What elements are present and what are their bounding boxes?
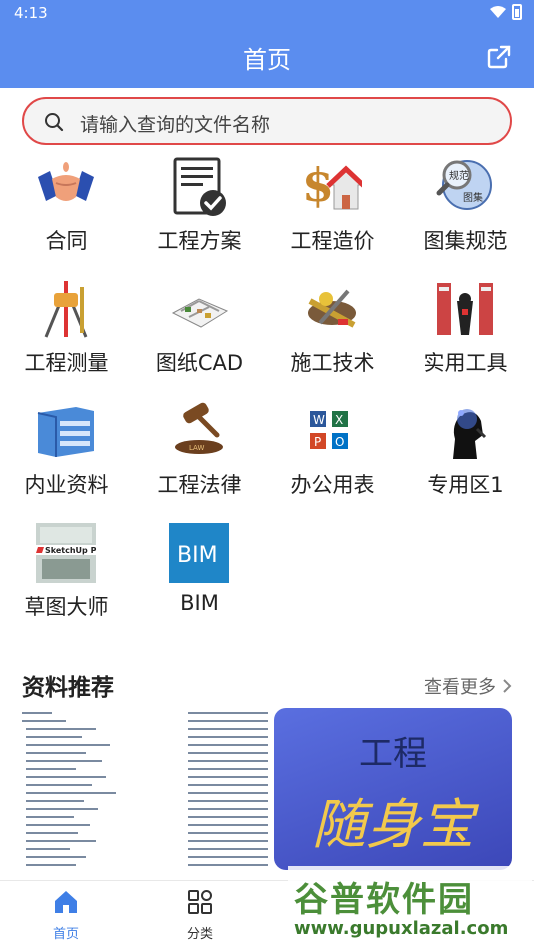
category-label: 草图大师 xyxy=(24,595,109,619)
nav-home-label: 首页 xyxy=(52,927,79,942)
survey-tripod-icon xyxy=(44,281,88,338)
search-placeholder: 请输入查询的文件名称 xyxy=(80,114,271,136)
gavel-icon: LAW xyxy=(175,402,223,454)
category-engineering-plan[interactable]: 工程方案 xyxy=(133,155,266,275)
category-practical-tools[interactable]: 实用工具 xyxy=(399,277,532,397)
status-bar: 4:13 xyxy=(0,0,534,28)
app-screen: 4:13 首页 请输入查询的文件名称 合同 工程方案 $ 工程造价 规范 图集 … xyxy=(0,0,534,950)
construction-tools-icon xyxy=(308,289,356,328)
nav-home[interactable]: 首页 xyxy=(26,889,106,942)
category-engineering-cost[interactable]: $ 工程造价 xyxy=(266,155,399,275)
svg-text:规范: 规范 xyxy=(449,169,469,182)
watermark-overlay: 谷普软件园 www.gupuxlazal.com xyxy=(288,866,532,948)
view-more-link[interactable]: 查看更多 xyxy=(424,673,512,699)
category-cad-drawings[interactable]: 图纸CAD xyxy=(133,277,266,397)
battery-icon xyxy=(512,4,522,20)
page-title: 首页 xyxy=(243,46,291,74)
home-icon xyxy=(55,891,77,913)
watermark-url: www.gupuxlazal.com xyxy=(294,918,509,939)
promo-main-text: 随身宝 xyxy=(312,793,474,856)
category-construction-tech[interactable]: 施工技术 xyxy=(266,277,399,397)
chevron-right-icon xyxy=(503,679,512,693)
svg-text:LAW: LAW xyxy=(189,444,204,452)
category-label: 施工技术 xyxy=(290,351,375,375)
svg-text:SketchUp Pro: SketchUp Pro xyxy=(45,546,96,555)
document-check-icon xyxy=(173,157,226,216)
category-label: BIM xyxy=(180,591,219,615)
handshake-icon xyxy=(38,162,94,201)
category-label: 专用区1 xyxy=(427,473,504,497)
category-engineering-law[interactable]: LAW 工程法律 xyxy=(133,399,266,519)
svg-text:图集: 图集 xyxy=(463,191,483,204)
atlas-magnifier-icon: 规范 图集 xyxy=(436,160,492,210)
category-label: 办公用表 xyxy=(290,473,375,497)
binders-icon xyxy=(37,407,94,457)
category-atlas-standards[interactable]: 规范 图集 图集规范 xyxy=(399,155,532,275)
category-special-zone-1[interactable]: 专用区1 xyxy=(399,399,532,519)
share-icon[interactable] xyxy=(486,44,512,70)
category-label: 内业资料 xyxy=(24,473,109,497)
search-input[interactable]: 请输入查询的文件名称 xyxy=(22,97,512,145)
category-sketch-master[interactable]: SketchUp Pro 草图大师 xyxy=(0,521,133,641)
category-office-forms[interactable]: W X P O 办公用表 xyxy=(266,399,399,519)
category-label: 工程法律 xyxy=(157,473,242,497)
svg-text:P: P xyxy=(314,435,321,449)
nav-category-label: 分类 xyxy=(186,927,213,942)
section-title: 资料推荐 xyxy=(22,675,114,701)
nav-category[interactable]: 分类 xyxy=(160,889,240,942)
view-more-label: 查看更多 xyxy=(424,677,496,698)
category-label: 工程测量 xyxy=(24,351,109,375)
document-thumbnail[interactable] xyxy=(22,708,132,870)
status-time: 4:13 xyxy=(14,4,48,22)
category-label: 实用工具 xyxy=(423,351,508,375)
bim-badge-text: BIM xyxy=(177,543,218,568)
category-bim[interactable]: BIM BIM xyxy=(133,521,266,641)
document-thumbnail[interactable] xyxy=(188,708,272,870)
svg-text:$: $ xyxy=(302,158,334,212)
promo-top-text: 工程 xyxy=(359,734,427,774)
svg-text:W: W xyxy=(313,413,325,427)
category-label: 工程造价 xyxy=(290,229,375,253)
bim-icon: BIM xyxy=(169,523,229,583)
money-house-icon: $ xyxy=(302,158,362,212)
sketchup-icon: SketchUp Pro xyxy=(36,523,96,583)
watermark-text: 谷普软件园 xyxy=(294,880,474,920)
search-icon xyxy=(45,113,64,132)
promo-banner[interactable]: 工程 随身宝 xyxy=(274,708,512,870)
category-survey[interactable]: 工程测量 xyxy=(0,277,133,397)
system-icons xyxy=(490,4,522,20)
floorplan-icon xyxy=(171,298,229,328)
app-header: 首页 xyxy=(0,28,534,88)
thinking-person-icon xyxy=(453,409,487,459)
office-apps-icon: W X P O xyxy=(310,411,348,449)
category-internal-data[interactable]: 内业资料 xyxy=(0,399,133,519)
category-contract[interactable]: 合同 xyxy=(0,155,133,275)
svg-text:O: O xyxy=(335,435,344,449)
category-grid-icon xyxy=(188,890,212,914)
category-label: 图集规范 xyxy=(423,229,508,253)
wifi-icon xyxy=(490,6,506,18)
category-label: 图纸CAD xyxy=(155,351,244,375)
category-label: 合同 xyxy=(45,229,88,253)
category-label: 工程方案 xyxy=(157,229,242,253)
books-icon xyxy=(437,283,493,335)
svg-text:X: X xyxy=(335,413,343,427)
